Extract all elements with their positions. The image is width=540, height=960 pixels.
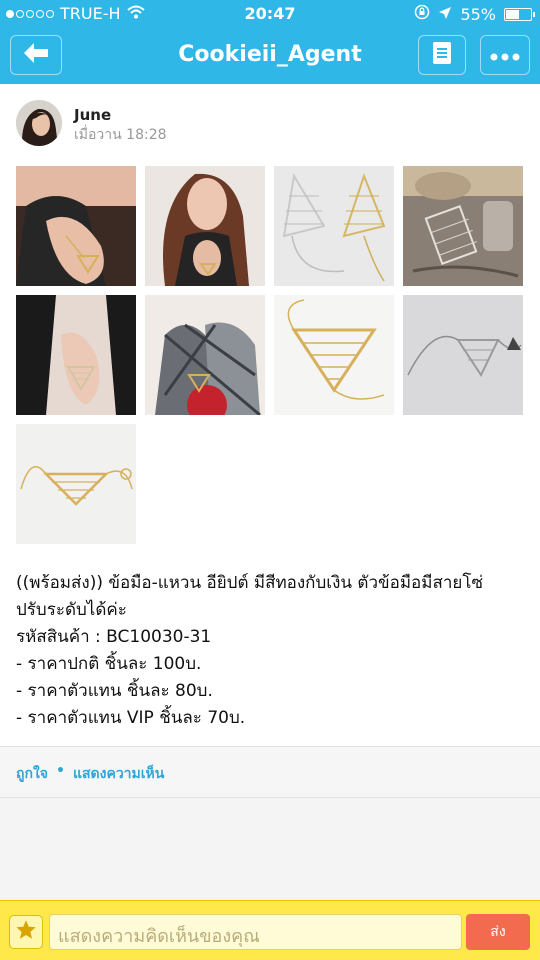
avatar[interactable]	[16, 100, 62, 146]
post-time: เมื่อวาน 18:28	[74, 127, 167, 143]
photo-thumbnail-2[interactable]	[145, 166, 265, 286]
post-actions: ถูกใจ • แสดงความเห็น	[0, 746, 540, 798]
note-button[interactable]	[418, 35, 466, 75]
battery-icon	[504, 7, 535, 21]
comments-area	[0, 798, 540, 900]
status-bar: TRUE-H 20:47 55%	[0, 0, 540, 28]
action-separator: •	[56, 763, 65, 779]
like-link[interactable]: ถูกใจ	[16, 763, 48, 785]
post-card: June เมื่อวาน 18:28 ((พร้อมส่ง)) ข้อมือ-…	[0, 84, 540, 746]
photo-thumbnail-4[interactable]	[403, 166, 523, 286]
send-button[interactable]: ส่ง	[466, 914, 530, 950]
comment-composer: แสดงความคิดเห็นของคุณ ส่ง	[0, 900, 540, 960]
comment-link[interactable]: แสดงความเห็น	[73, 763, 164, 785]
nav-bar: Cookieii_Agent	[0, 28, 540, 84]
caption-line: ((พร้อมส่ง)) ข้อมือ-แหวน อียิปต์ มีสีทอง…	[16, 573, 483, 593]
rotation-lock-icon	[414, 4, 430, 24]
caption-line: - ราคาตัวแทน ชิ้นละ 80บ.	[16, 681, 213, 701]
caption-line: - ราคาตัวแทน VIP ชิ้นละ 70บ.	[16, 708, 246, 728]
status-right: 55%	[414, 4, 535, 24]
photo-thumbnail-7[interactable]	[274, 295, 394, 415]
sticker-button[interactable]	[9, 915, 43, 949]
caption-line: - ราคาปกติ ชิ้นละ 100บ.	[16, 654, 202, 674]
photo-thumbnail-8[interactable]	[403, 295, 523, 415]
battery-percent: 55%	[460, 4, 496, 24]
author-name[interactable]: June	[74, 106, 111, 124]
location-icon	[438, 5, 452, 24]
photo-thumbnail-3[interactable]	[274, 166, 394, 286]
actions-row: ถูกใจ • แสดงความเห็น	[16, 763, 164, 785]
more-icon	[490, 46, 520, 65]
caption-line: ปรับระดับได้ค่ะ	[16, 600, 127, 620]
photo-thumbnail-1[interactable]	[16, 166, 136, 286]
comment-input[interactable]: แสดงความคิดเห็นของคุณ	[49, 914, 462, 950]
more-button[interactable]	[480, 35, 530, 75]
star-icon	[15, 919, 37, 945]
photo-thumbnail-9[interactable]	[16, 424, 136, 544]
photo-thumbnail-6[interactable]	[145, 295, 265, 415]
note-icon	[433, 42, 451, 68]
post-caption: ((พร้อมส่ง)) ข้อมือ-แหวน อียิปต์ มีสีทอง…	[16, 570, 528, 732]
photo-thumbnail-5[interactable]	[16, 295, 136, 415]
battery-fill	[506, 9, 520, 19]
caption-line: รหัสสินค้า : BC10030-31	[16, 627, 212, 647]
